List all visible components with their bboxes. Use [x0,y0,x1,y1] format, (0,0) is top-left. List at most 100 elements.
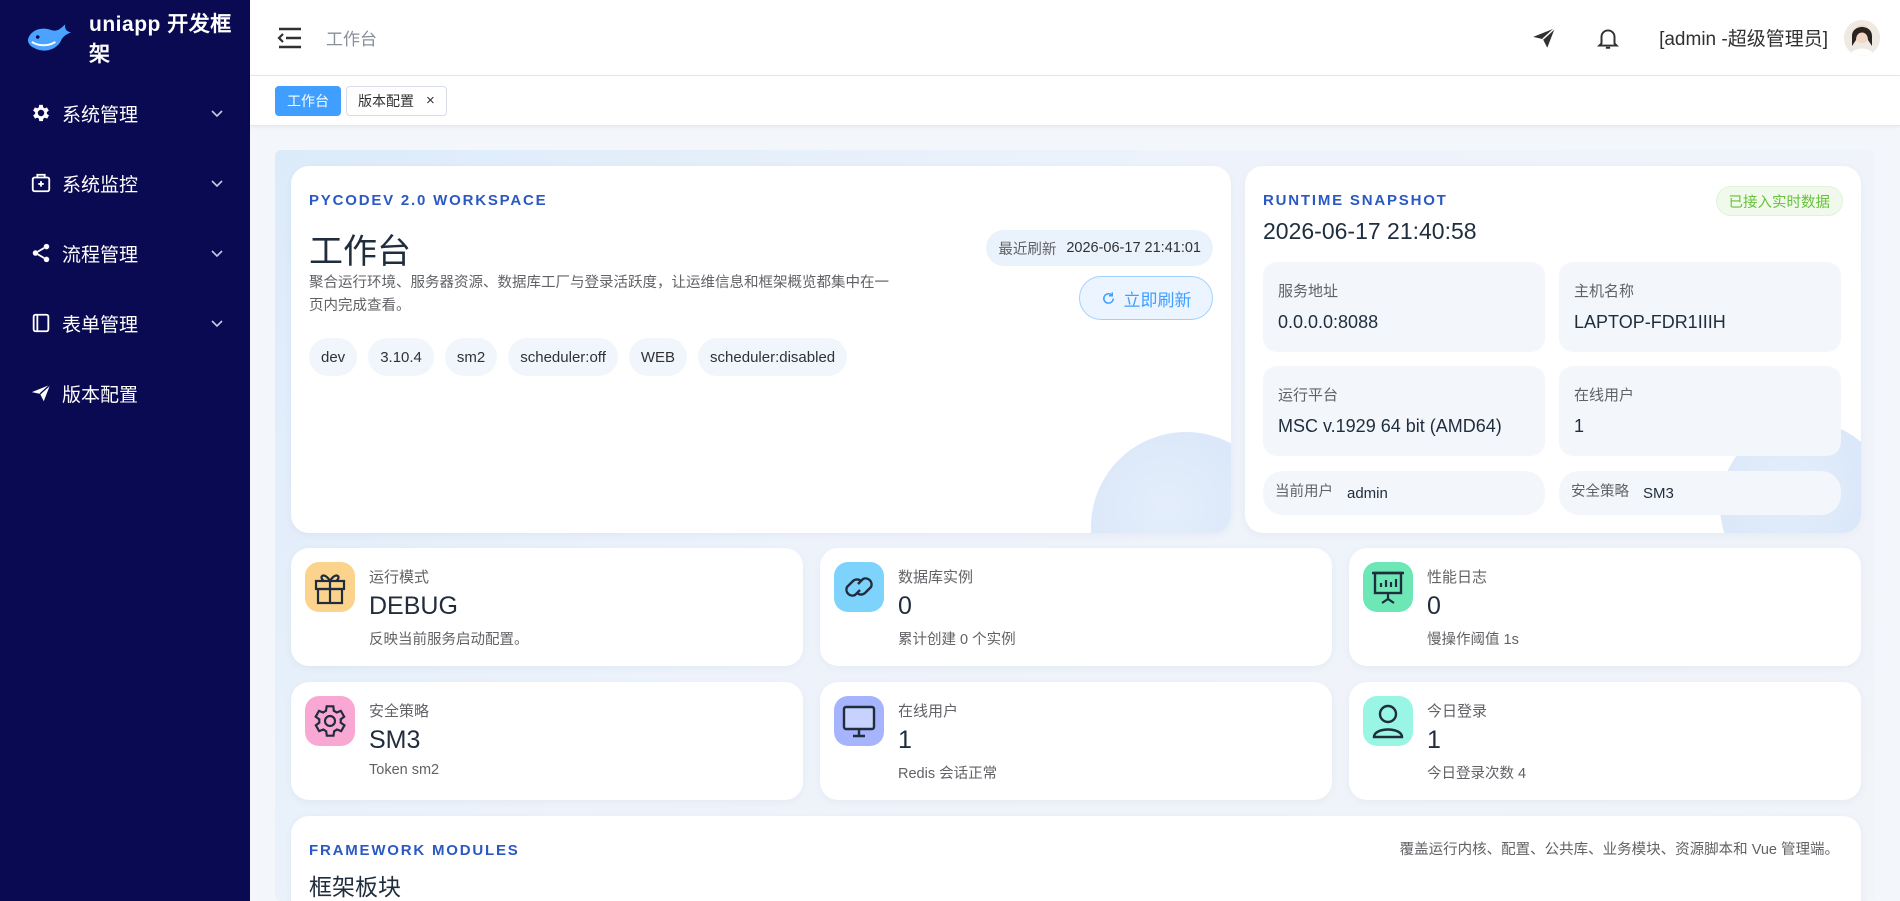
whale-logo-icon [27,24,72,51]
framework-modules-card: FRAMEWORK MODULES 框架板块 覆盖运行内核、配置、公共库、业务模… [291,816,1861,901]
sidebar-item-system-management[interactable]: 系统管理 [0,78,250,148]
stat-subtext: 今日登录次数 4 [1427,766,1527,782]
stat-subtext: 反映当前服务启动配置。 [369,632,529,648]
service-address-box: 服务地址 0.0.0.0:8088 [1263,262,1545,352]
chevron-down-icon [211,320,223,328]
settings-cog-icon [305,696,355,746]
security-policy-label: 安全策略 [1571,483,1629,500]
env-chip: WEB [628,338,688,376]
current-user-pill: 当前用户 admin [1263,471,1545,515]
stat-card-db-instances[interactable]: 数据库实例 0 累计创建 0 个实例 [820,548,1332,666]
stat-subtext: 累计创建 0 个实例 [898,632,1016,648]
stat-label: 运行模式 [369,569,430,586]
paper-plane-icon[interactable] [1531,25,1557,51]
stat-subtext: 慢操作阈值 1s [1427,632,1519,648]
stat-label: 性能日志 [1427,569,1488,586]
link-icon [834,562,884,612]
bell-icon[interactable] [1595,25,1621,51]
refresh-button[interactable]: 立即刷新 [1079,276,1213,320]
online-users-label: 在线用户 [1574,387,1635,404]
sidebar-item-label: 系统监控 [62,174,139,196]
stat-value: 0 [898,592,912,620]
last-refresh: 最近刷新 2026-06-17 21:41:01 [986,230,1213,266]
tag-label: 工作台 [287,92,329,109]
stat-card-online-users[interactable]: 在线用户 1 Redis 会话正常 [820,682,1332,800]
sidebar-item-system-monitor[interactable]: 系统监控 [0,148,250,218]
online-users-value: 1 [1574,416,1585,436]
monitor-box-icon [30,172,52,194]
host-name-label: 主机名称 [1574,283,1635,300]
top-header: 工作台 [admin -超级管理员] [250,0,1900,76]
computer-monitor-icon [834,696,884,746]
stat-card-security[interactable]: 安全策略 SM3 Token sm2 [291,682,803,800]
gear-icon [30,102,52,124]
service-address-value: 0.0.0.0:8088 [1278,312,1379,332]
chevron-down-icon [211,180,223,188]
stat-value: DEBUG [369,592,458,620]
sidebar-item-flow-management[interactable]: 流程管理 [0,218,250,288]
stat-card-run-mode[interactable]: 运行模式 DEBUG 反映当前服务启动配置。 [291,548,803,666]
online-users-box: 在线用户 1 [1559,366,1841,456]
host-name-box: 主机名称 LAPTOP-FDR1IIIH [1559,262,1841,352]
sidebar: uniapp 开发框架 系统管理 系统监控 流程管理 表单管理 版本配置 [0,0,250,901]
current-user-value: admin [1347,484,1388,502]
security-policy-value: SM3 [1643,484,1674,502]
tag-version-config[interactable]: 版本配置 × [346,85,447,116]
stat-label: 在线用户 [898,703,959,720]
stat-card-today-login[interactable]: 今日登录 1 今日登录次数 4 [1349,682,1861,800]
last-refresh-time: 2026-06-17 21:41:01 [1066,240,1201,256]
env-chip: dev [309,338,358,376]
sidebar-item-label: 版本配置 [62,384,139,406]
close-icon[interactable]: × [426,92,435,109]
sidebar-item-label: 系统管理 [62,104,139,126]
stat-card-perf-log[interactable]: 性能日志 0 慢操作阈值 1s [1349,548,1861,666]
page-title: 工作台 [309,233,411,271]
refresh-button-label: 立即刷新 [1123,290,1192,310]
platform-value: MSC v.1929 64 bit (AMD64) [1278,416,1502,436]
breadcrumb[interactable]: 工作台 [326,25,377,50]
sidebar-item-version-config[interactable]: 版本配置 [0,358,250,428]
runtime-time: 2026-06-17 21:40:58 [1263,218,1477,244]
avatar[interactable] [1844,19,1880,56]
stat-value: 1 [898,726,912,754]
header-actions: [admin -超级管理员] [1531,0,1900,75]
workspace-description: 聚合运行环境、服务器资源、数据库工厂与登录活跃度，让运维信息和框架概览都集中在一… [309,275,889,314]
env-chip: scheduler:off [508,338,618,376]
sidebar-item-label: 表单管理 [62,314,139,336]
stat-label: 安全策略 [369,703,430,720]
stat-subtext: Redis 会话正常 [898,766,998,782]
paper-plane-icon [30,382,52,404]
share-icon [30,242,52,264]
user-menu[interactable]: [admin -超级管理员] [1659,24,1828,51]
tag-label: 版本配置 [358,92,414,109]
menu-toggle-icon[interactable] [276,25,304,51]
service-address-label: 服务地址 [1278,283,1339,300]
modules-description: 覆盖运行内核、配置、公共库、业务模块、资源脚本和 Vue 管理端。 [1399,842,1839,858]
status-badge: 已接入实时数据 [1715,186,1843,216]
runtime-kicker: RUNTIME SNAPSHOT [1263,192,1448,209]
platform-label: 运行平台 [1278,387,1339,404]
user-icon [1363,696,1413,746]
modules-kicker: FRAMEWORK MODULES [309,842,520,859]
brand[interactable]: uniapp 开发框架 [0,0,250,76]
stat-value: 1 [1427,726,1441,754]
tags-view: 工作台 版本配置 × [250,76,1900,126]
gift-icon [305,562,355,612]
sidebar-item-label: 流程管理 [62,244,139,266]
form-icon [30,312,52,334]
security-policy-pill: 安全策略 SM3 [1559,471,1841,515]
chevron-down-icon [211,110,223,118]
brand-title: uniapp 开发框架 [89,13,232,66]
tag-workbench[interactable]: 工作台 [275,85,341,116]
env-chip: 3.10.4 [368,338,434,376]
decorative-circle [1091,432,1231,533]
presentation-chart-icon [1363,562,1413,612]
stat-value: 0 [1427,592,1441,620]
sidebar-item-form-management[interactable]: 表单管理 [0,288,250,358]
last-refresh-label: 最近刷新 [998,241,1057,258]
modules-title: 框架板块 [309,874,401,900]
chevron-down-icon [211,250,223,258]
workspace-card: PYCODEV 2.0 WORKSPACE 工作台 聚合运行环境、服务器资源、数… [291,166,1231,533]
dashboard: PYCODEV 2.0 WORKSPACE 工作台 聚合运行环境、服务器资源、数… [275,150,1875,901]
stat-label: 今日登录 [1427,703,1488,720]
